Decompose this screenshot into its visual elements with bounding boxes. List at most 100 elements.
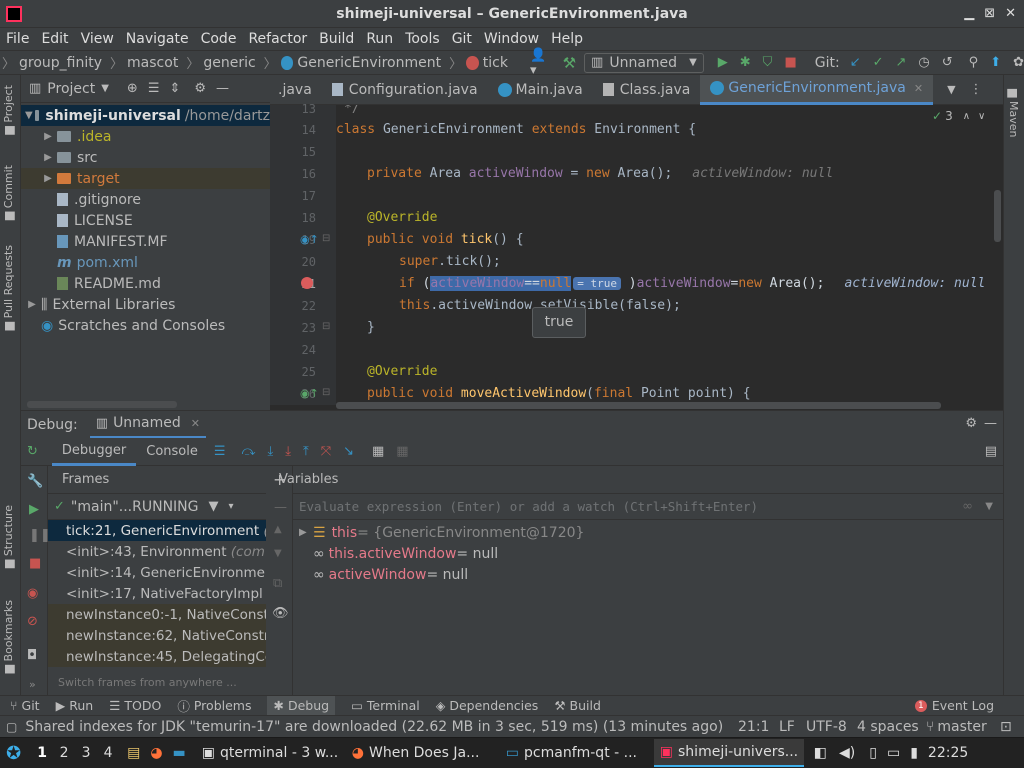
step-out-icon[interactable]: ⤒ <box>303 444 309 459</box>
bottom-tab-problems[interactable]: ⓘ Problems <box>177 696 251 715</box>
chevron-down-icon[interactable]: ▼ <box>985 501 993 512</box>
hide-icon[interactable]: — <box>216 81 229 96</box>
close-tab-icon[interactable]: ✕ <box>914 82 923 95</box>
run-icon[interactable]: ▶ <box>718 55 728 70</box>
event-log-button[interactable]: 1 Event Log <box>914 698 994 713</box>
bottom-tab-dependencies[interactable]: ◈ Dependencies <box>436 698 539 713</box>
frame-row[interactable]: tick:21, GenericEnvironment (c <box>48 520 266 541</box>
restore-layout-icon[interactable]: ▤ <box>985 444 997 459</box>
menu-code[interactable]: Code <box>201 31 237 47</box>
gear-icon[interactable]: ⚙ <box>194 81 206 96</box>
caret-position[interactable]: 21:1 <box>738 719 769 735</box>
move-down-icon[interactable]: ▼ <box>274 548 282 559</box>
project-header-label[interactable]: Project <box>47 81 95 97</box>
chevron-down-icon[interactable]: ∨ <box>978 111 985 122</box>
tab-configuration[interactable]: Configuration.java <box>322 75 488 105</box>
git-update-icon[interactable]: ↙ <box>850 55 861 70</box>
menu-git[interactable]: Git <box>452 31 472 47</box>
debug-session-tab[interactable]: ▥ Unnamed ✕ <box>89 411 206 439</box>
commit-tool-tab[interactable]: ▆ Commit <box>2 165 15 220</box>
frame-row[interactable]: newInstance:62, NativeConstru <box>48 625 266 646</box>
breadcrumb-mascot[interactable]: mascot <box>127 55 178 71</box>
duplicate-icon[interactable]: ⧉ <box>273 576 282 591</box>
trace-icon[interactable]: ▦ <box>396 444 408 459</box>
frame-row[interactable]: newInstance0:-1, NativeConstr <box>48 604 266 625</box>
task-intellij[interactable]: ▣ shimeji-univers... <box>653 739 804 767</box>
bottom-tab-build[interactable]: ⚒ Build <box>554 698 601 713</box>
menu-view[interactable]: View <box>81 31 114 47</box>
tab-debugger[interactable]: Debugger <box>51 438 137 466</box>
maximize-icon[interactable]: ⊠ <box>984 6 995 21</box>
variable-row[interactable]: ∞ this.activeWindow = null <box>293 543 1003 564</box>
tree-item-scratches[interactable]: ◉ Scratches and Consoles <box>21 315 270 336</box>
start-menu-icon[interactable]: ✪ <box>6 743 21 764</box>
chevron-down-icon[interactable]: ▼ <box>101 83 109 94</box>
firefox-launcher-icon[interactable]: ◕ <box>150 745 162 761</box>
breakpoint-icon[interactable] <box>301 277 313 289</box>
tree-item-manifest[interactable]: MANIFEST.MF <box>21 231 270 252</box>
tree-item-target[interactable]: ▶ target <box>21 168 270 189</box>
step-over-icon[interactable]: ⤓ <box>267 444 273 459</box>
bottom-tab-terminal[interactable]: ▭ Terminal <box>351 698 420 713</box>
breadcrumb-method[interactable]: tick <box>483 55 508 71</box>
thread-select[interactable]: ✓ "main"...RUNNING ▼ ▾ <box>48 494 266 520</box>
filter-icon[interactable]: ▼ <box>209 499 219 514</box>
indent-setting[interactable]: 4 spaces <box>857 719 919 735</box>
tree-item-external-libraries[interactable]: ▶ ⫼ External Libraries <box>21 294 270 315</box>
editor-vscroll[interactable] <box>994 190 1001 242</box>
search-icon[interactable]: ⚲ <box>969 55 979 70</box>
frame-row[interactable]: newInstance:45, DelegatingCo <box>48 646 266 667</box>
status-message[interactable]: Shared indexes for JDK "temurin-17" are … <box>25 719 723 735</box>
tree-item-license[interactable]: LICENSE <box>21 210 270 231</box>
run-configuration-select[interactable]: ▥ Unnamed ▼ <box>584 52 704 73</box>
override-marker-icon[interactable]: ◉↑ <box>300 233 319 246</box>
watch-icon[interactable]: 👁 <box>272 606 289 621</box>
editor-hscroll[interactable] <box>336 402 941 409</box>
locate-icon[interactable]: ⊕ <box>127 81 138 96</box>
chevron-up-icon[interactable]: ∧ <box>963 111 970 122</box>
view-breakpoints-icon[interactable]: ◉ <box>27 586 38 601</box>
show-execution-point-icon[interactable]: ⤼ <box>242 444 256 459</box>
clock[interactable]: 22:25 <box>928 745 968 761</box>
clipboard-icon[interactable]: ▯ <box>869 745 877 761</box>
line-separator[interactable]: LF <box>779 719 795 735</box>
rollback-icon[interactable]: ↺ <box>942 55 953 70</box>
variable-row[interactable]: ▶ ☰ this = {GenericEnvironment@1720} <box>293 522 1003 543</box>
structure-tool-tab[interactable]: ▆ Structure <box>2 505 15 568</box>
frame-row[interactable]: <init>:17, NativeFactoryImpl ( <box>48 583 266 604</box>
fold-icon[interactable]: ⊟ <box>322 233 330 244</box>
bookmarks-tool-tab[interactable]: ▆ Bookmarks <box>2 600 15 673</box>
tabs-dropdown-icon[interactable]: ▼ <box>947 83 955 96</box>
tree-item-pom[interactable]: m pom.xml <box>21 252 270 273</box>
battery-icon[interactable]: ▮ <box>910 745 918 761</box>
collapse-all-icon[interactable]: ☰ <box>148 81 160 96</box>
more-icon[interactable]: ⋮ <box>970 82 983 97</box>
chevron-down-icon[interactable]: ▾ <box>229 501 234 512</box>
menu-help[interactable]: Help <box>551 31 583 47</box>
menu-edit[interactable]: Edit <box>41 31 68 47</box>
plugin-icon[interactable]: ✿ <box>1013 55 1024 70</box>
resume-icon[interactable]: ▶ <box>29 502 39 517</box>
project-tool-tab[interactable]: ▆ Project <box>2 85 15 135</box>
maven-tool-tab[interactable]: ▆ Maven <box>1007 89 1020 137</box>
fold-icon[interactable]: ⊟ <box>322 387 330 398</box>
minimize-icon[interactable]: ▁ <box>964 6 974 21</box>
camera-icon[interactable]: ◘ <box>27 648 37 663</box>
bottom-tab-debug[interactable]: ✱ Debug <box>267 695 336 716</box>
wrench-icon[interactable]: 🔧 <box>27 474 43 489</box>
drop-frame-icon[interactable]: ⤧ <box>321 444 331 459</box>
frame-row[interactable]: <init>:43, Environment (com <box>48 541 266 562</box>
history-icon[interactable]: ◷ <box>918 55 929 70</box>
link-icon[interactable]: ∞ <box>962 499 973 514</box>
task-firefox[interactable]: ◕ When Does Ja... <box>346 739 496 767</box>
task-pcmanfm[interactable]: ▭ pcmanfm-qt - ... <box>500 739 650 767</box>
layout-icon[interactable]: ☰ <box>214 444 226 459</box>
stop-icon[interactable]: ■ <box>29 556 41 571</box>
tree-item-src[interactable]: ▶ src <box>21 147 270 168</box>
tab-main[interactable]: Main.java <box>488 75 593 105</box>
bottom-tab-todo[interactable]: ☰ TODO <box>109 698 161 713</box>
fold-icon[interactable]: ⊟ <box>322 321 330 332</box>
menu-window[interactable]: Window <box>484 31 539 47</box>
remove-watch-icon[interactable]: — <box>274 500 287 515</box>
stop-icon[interactable]: ■ <box>784 55 796 70</box>
